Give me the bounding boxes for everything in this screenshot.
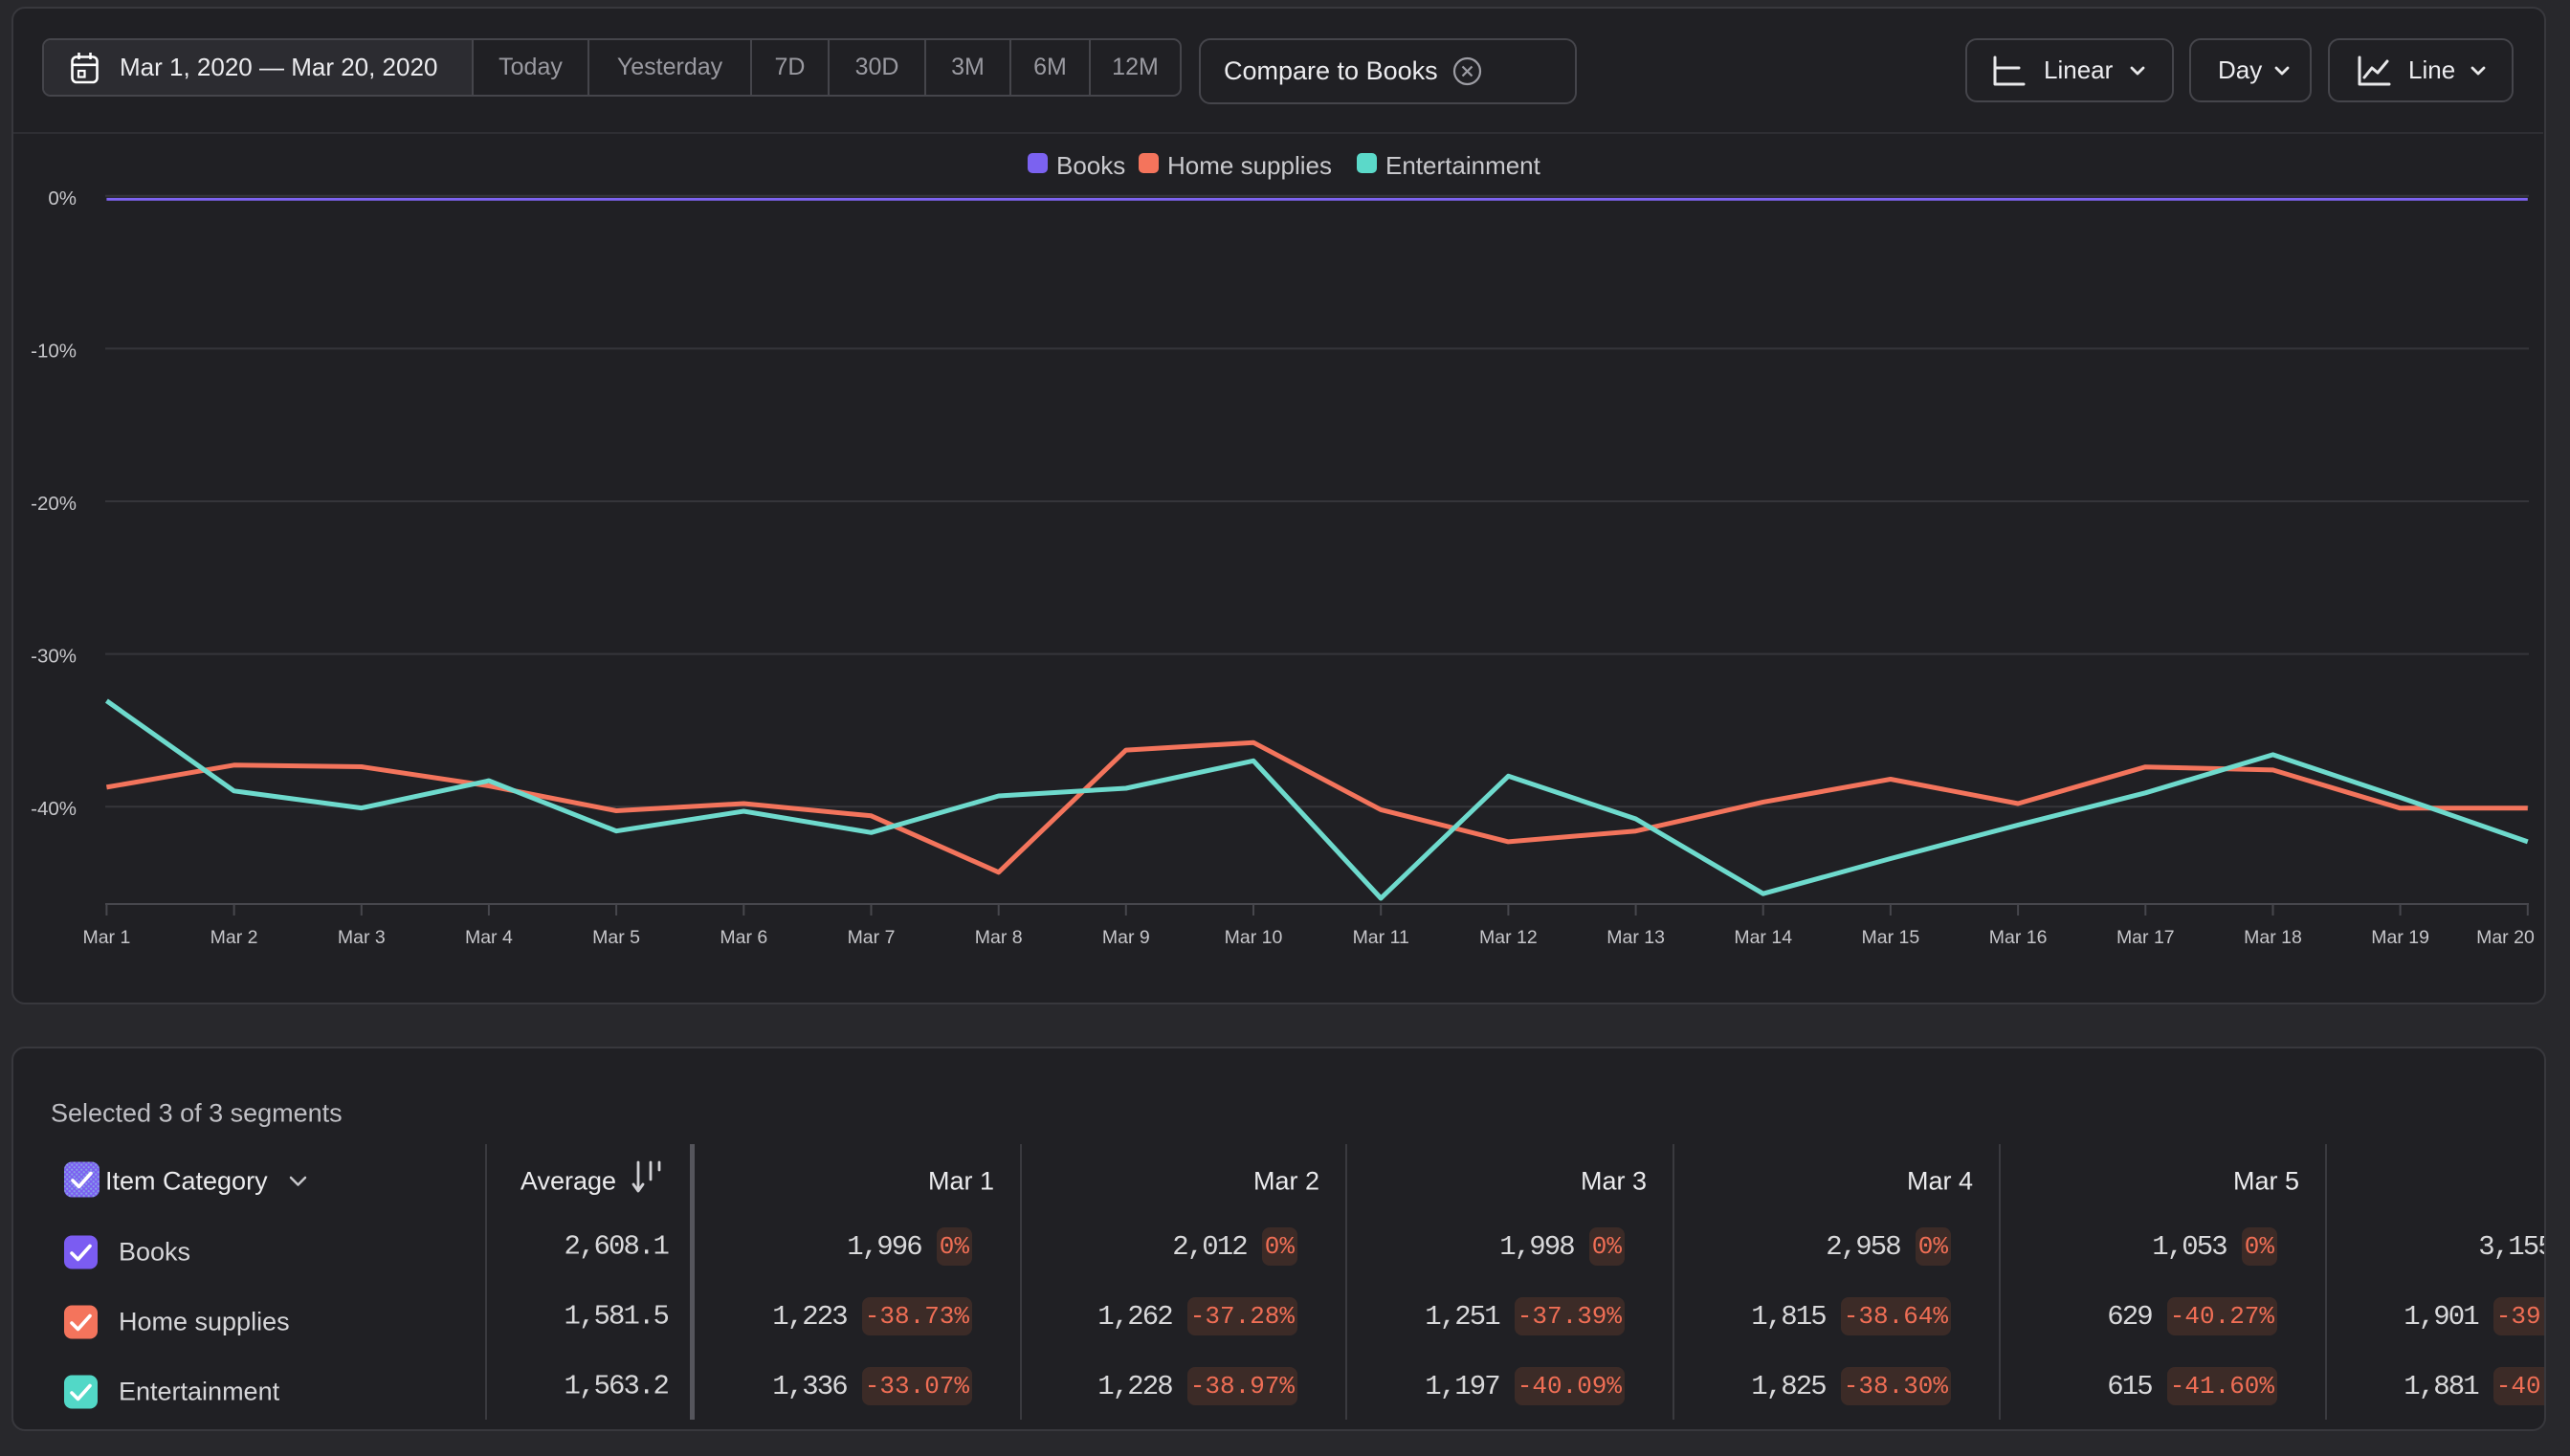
svg-text:Mar 10: Mar 10	[1225, 927, 1283, 948]
svg-text:-40%: -40%	[31, 798, 77, 820]
svg-text:-20%: -20%	[31, 493, 77, 515]
svg-text:Mar 19: Mar 19	[2371, 927, 2429, 948]
svg-text:Mar 4: Mar 4	[465, 927, 513, 948]
svg-text:Mar 17: Mar 17	[2116, 927, 2175, 948]
svg-text:-10%: -10%	[31, 340, 77, 362]
svg-text:Mar 5: Mar 5	[592, 927, 640, 948]
svg-text:Mar 8: Mar 8	[975, 927, 1023, 948]
svg-text:Mar 20: Mar 20	[2476, 927, 2535, 948]
svg-text:Mar 13: Mar 13	[1606, 927, 1665, 948]
svg-text:Mar 18: Mar 18	[2244, 927, 2302, 948]
svg-text:-30%: -30%	[31, 646, 77, 668]
svg-text:0%: 0%	[48, 188, 77, 210]
svg-text:Mar 6: Mar 6	[720, 927, 767, 948]
svg-text:Mar 12: Mar 12	[1479, 927, 1538, 948]
svg-text:Mar 15: Mar 15	[1862, 927, 1920, 948]
svg-text:Mar 9: Mar 9	[1102, 927, 1150, 948]
svg-text:Mar 11: Mar 11	[1353, 927, 1409, 948]
svg-text:Mar 3: Mar 3	[338, 927, 386, 948]
svg-text:Mar 16: Mar 16	[1989, 927, 2048, 948]
svg-text:Mar 2: Mar 2	[210, 927, 258, 948]
svg-text:Mar 7: Mar 7	[848, 927, 896, 948]
svg-text:Mar 14: Mar 14	[1734, 927, 1792, 948]
svg-text:Mar 1: Mar 1	[82, 927, 130, 948]
